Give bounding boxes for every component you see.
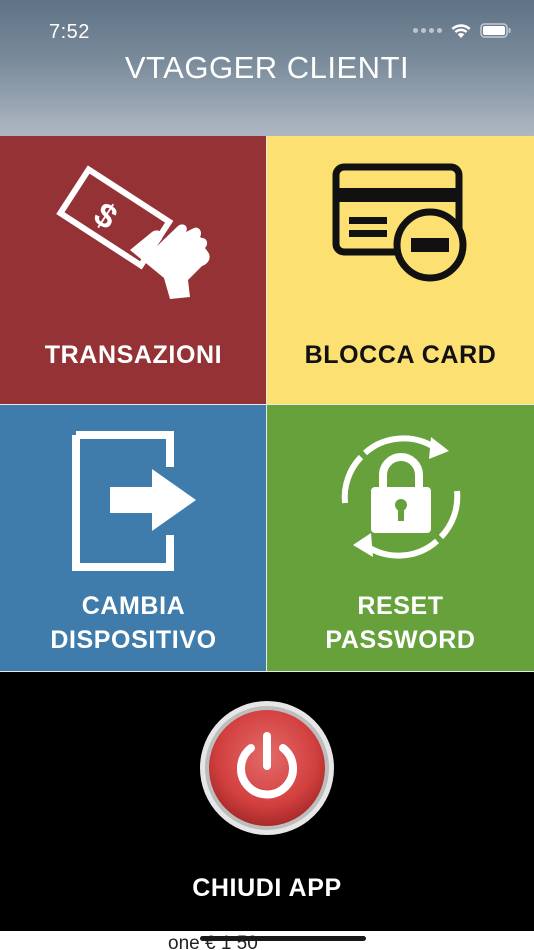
- blocca-card-button[interactable]: BLOCCA CARD: [267, 136, 534, 404]
- reset-password-button[interactable]: RESET PASSWORD: [267, 404, 534, 671]
- app-header: 7:52 VTAGGER CLIENTI: [0, 0, 534, 136]
- home-indicator[interactable]: [200, 936, 366, 941]
- signal-dots-icon: [413, 28, 442, 33]
- battery-icon: [480, 23, 511, 38]
- lock-refresh-icon: [341, 435, 461, 559]
- cambia-dispositivo-button[interactable]: CAMBIA DISPOSITIVO: [0, 404, 267, 671]
- reset-password-label-1: RESET: [357, 592, 444, 620]
- transazioni-button[interactable]: $ TRANSAZIONI: [0, 136, 267, 404]
- hand-cash-icon: $: [56, 165, 210, 299]
- blocca-card-label: BLOCCA CARD: [304, 341, 497, 369]
- power-button-icon: [200, 701, 334, 835]
- transazioni-label: TRANSAZIONI: [44, 341, 223, 369]
- cambia-dispositivo-label-2: DISPOSITIVO: [50, 626, 217, 654]
- tile-divider: [266, 136, 267, 671]
- chiudi-app-label: CHIUDI APP: [192, 874, 342, 902]
- cambia-dispositivo-label-1: CAMBIA: [81, 592, 186, 620]
- status-time: 7:52: [49, 21, 90, 43]
- chiudi-app-button[interactable]: CHIUDI APP: [0, 671, 534, 931]
- exit-door-icon: [72, 431, 196, 571]
- status-icons: [413, 22, 512, 39]
- wifi-icon: [451, 24, 471, 38]
- page-title: VTAGGER CLIENTI: [124, 50, 410, 85]
- card-block-icon: [332, 163, 467, 282]
- reset-password-label-2: PASSWORD: [325, 626, 476, 654]
